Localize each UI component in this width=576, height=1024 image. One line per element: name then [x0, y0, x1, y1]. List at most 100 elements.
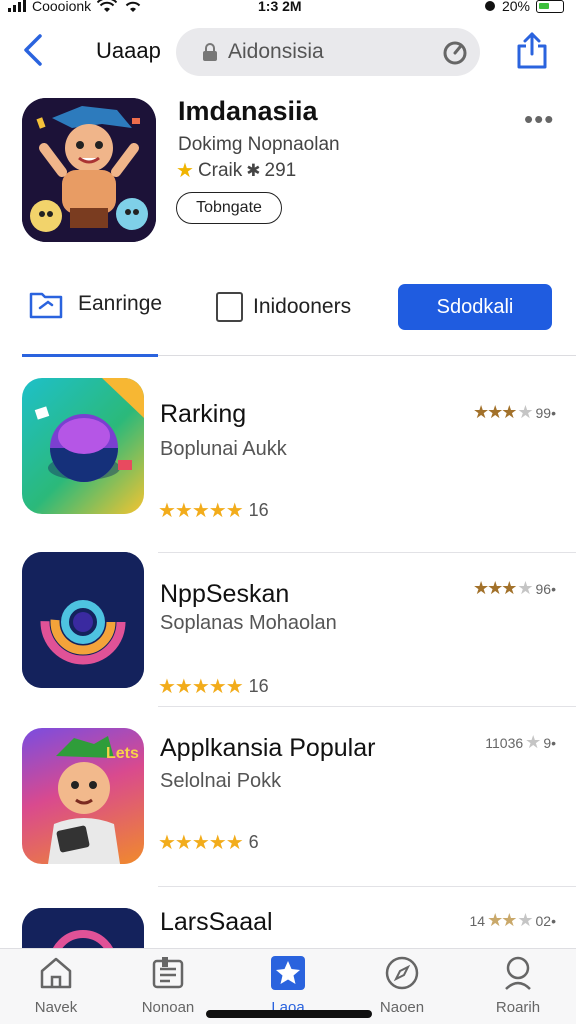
- meta-rating: 14 ★★ ★ 02•: [470, 910, 556, 931]
- app-name: NppSeskan: [160, 580, 290, 608]
- meta-rating: ★★★ ★ 96•: [473, 578, 556, 599]
- app-thumbnail: [22, 552, 144, 688]
- star-icon: ★: [176, 160, 194, 182]
- tabbar-item-news[interactable]: Nonoan: [118, 953, 218, 1019]
- meta-stars-icon: ★★: [487, 910, 517, 930]
- tab-first[interactable]: Eanringe: [28, 288, 162, 320]
- meta-rating: 11036 ★ 9•: [485, 732, 556, 753]
- app-subtitle: Dokimg Nopnaolan: [178, 134, 340, 155]
- tab-second[interactable]: Inidooners: [216, 292, 351, 322]
- meta-star-empty-icon: ★: [517, 910, 534, 930]
- home-indicator[interactable]: [206, 1010, 372, 1018]
- battery-percent: 20%: [501, 0, 530, 14]
- divider: [158, 706, 576, 707]
- list-item[interactable]: Rarking Boplunai Aukk ★★★★★ 16 ★★★ ★ 99•: [0, 378, 576, 554]
- status-right: 20%: [484, 0, 564, 14]
- app-name: LarsSaaal: [160, 908, 273, 936]
- search-icon: [505, 956, 531, 990]
- meta-prefix: 11036: [485, 734, 524, 751]
- tabbar-item-home[interactable]: Navek: [6, 953, 106, 1019]
- rating-text: Craik: [197, 159, 243, 181]
- back-chevron-icon[interactable]: [20, 30, 46, 70]
- list-item[interactable]: NppSeskan Soplanas Mohaolan ★★★★★ 16 ★★★…: [0, 552, 576, 730]
- tag-icon: ✱: [246, 160, 261, 180]
- meta-rating: ★★★ ★ 99•: [473, 402, 556, 423]
- address-bar[interactable]: [176, 28, 480, 76]
- stars-icon: ★★★★★: [158, 832, 244, 854]
- app-header: Imdanasiia Dokimg Nopnaolan ★ Craik ✱ 29…: [0, 96, 576, 246]
- checkbox-icon: [216, 292, 243, 322]
- tabbar-item-search[interactable]: Roarih: [468, 953, 568, 1019]
- rating-value: 291: [264, 159, 297, 181]
- app-subtitle: Boplunai Aukk: [160, 438, 287, 460]
- tab-third-button[interactable]: Sdodkali: [398, 284, 552, 330]
- status-left: Coooionk: [8, 0, 143, 14]
- meta-star-empty-icon: ★: [517, 402, 534, 422]
- status-bar: Coooionk 1:3 2M 20%: [0, 0, 576, 16]
- battery-icon: [536, 0, 564, 13]
- app-subtitle: Soplanas Mohaolan: [160, 612, 337, 634]
- app-thumbnail: Lets: [22, 728, 144, 864]
- segment-tabs: Eanringe Inidooners Sdodkali: [0, 280, 576, 358]
- compass-icon: [385, 956, 419, 990]
- address-input[interactable]: [228, 38, 428, 66]
- folder-icon: [29, 292, 63, 319]
- meta-prefix: 14: [469, 912, 486, 929]
- rating-count: 16: [248, 676, 269, 696]
- divider: [158, 886, 576, 887]
- get-button[interactable]: Tobngate: [176, 192, 282, 224]
- meta-count: 02•: [535, 912, 556, 929]
- meta-stars-icon: ★★★: [472, 578, 517, 598]
- meta-count: 9•: [543, 734, 556, 751]
- swirl-icon: [22, 908, 144, 948]
- signal-icon: [8, 0, 26, 12]
- swirl-icon: [22, 552, 144, 688]
- rating-stars: ★★★★★ 16: [158, 498, 269, 523]
- meta-star-empty-icon: ★: [525, 732, 542, 752]
- meta-count: 96•: [535, 580, 556, 597]
- tabbar-label: Navek: [34, 999, 78, 1016]
- cartoon-character-icon: [22, 98, 156, 242]
- tabbar-label: Roarih: [495, 999, 541, 1016]
- carrier-name: Coooionk: [32, 0, 92, 14]
- status-time: 1:3 2M: [258, 0, 302, 14]
- tabbar-label: Nonoan: [141, 999, 195, 1016]
- app-rating: ★ Craik ✱ 291: [176, 158, 296, 183]
- meta-count: 99•: [535, 404, 556, 421]
- alarm-icon: [484, 1, 495, 11]
- stars-icon: ★★★★★: [158, 676, 244, 698]
- stars-icon: ★★★★★: [158, 500, 244, 522]
- rating-stars: ★★★★★ 6: [158, 830, 259, 855]
- more-icon[interactable]: •••: [524, 104, 554, 135]
- meta-star-empty-icon: ★: [517, 578, 534, 598]
- tab-active-underline: [22, 354, 158, 357]
- character-icon: Lets: [48, 736, 139, 864]
- reload-icon[interactable]: [442, 40, 468, 66]
- back-label[interactable]: Uaaap: [96, 38, 161, 64]
- star-icon: [271, 956, 305, 990]
- app-thumbnail: [22, 908, 144, 948]
- app-thumbnail: [22, 378, 144, 514]
- rating-count: 6: [248, 832, 259, 852]
- share-icon[interactable]: [514, 30, 550, 70]
- app-title: Imdanasiia: [178, 96, 318, 126]
- tab-second-label: Inidooners: [253, 295, 352, 318]
- app-name: Applkansia Popular: [160, 734, 376, 762]
- app-name: Rarking: [160, 400, 247, 428]
- list-item[interactable]: Lets Applkansia Popular Selolnai Pokk ★★…: [0, 728, 576, 904]
- app-subtitle: Selolnai Pokk: [160, 770, 282, 792]
- list-item[interactable]: LarsSaaal 14 ★★ ★ 02•: [0, 902, 576, 948]
- home-icon: [40, 957, 72, 989]
- svg-text:Lets: Lets: [106, 745, 139, 762]
- rating-stars: ★★★★★ 16: [158, 674, 269, 699]
- divider: [158, 552, 576, 553]
- navigation-bar: Uaaap: [0, 22, 576, 82]
- app-icon[interactable]: [22, 98, 156, 242]
- wifi-icon: [125, 1, 141, 12]
- meta-stars-icon: ★★★: [472, 402, 517, 422]
- wifi-icon: [97, 0, 118, 12]
- ball-icon: [34, 378, 144, 482]
- tab-first-label: Eanringe: [78, 292, 163, 315]
- rating-count: 16: [248, 500, 269, 520]
- news-icon: [152, 957, 184, 989]
